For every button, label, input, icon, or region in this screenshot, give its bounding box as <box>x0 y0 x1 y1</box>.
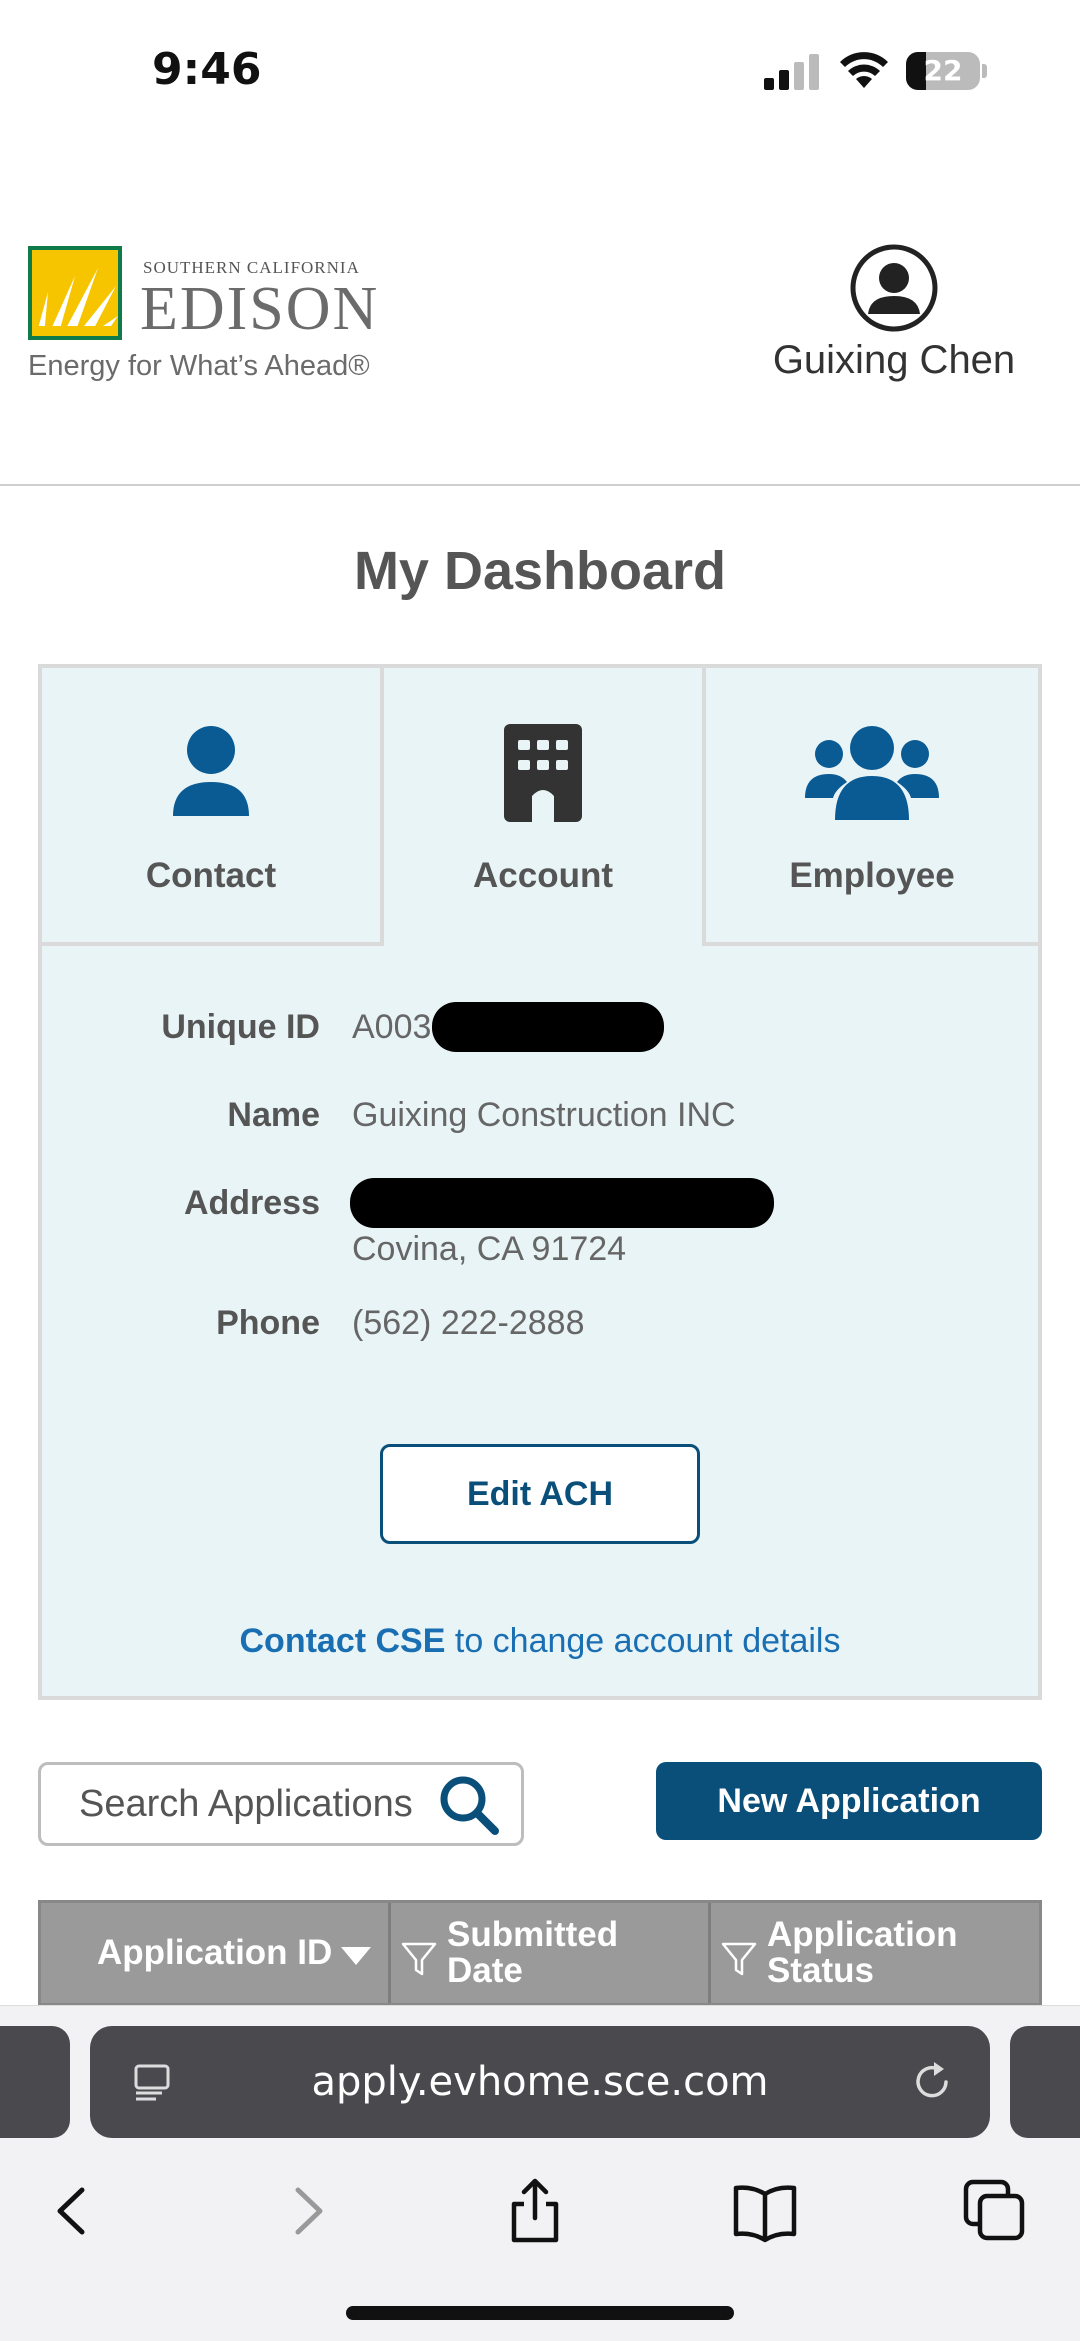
page-title: My Dashboard <box>353 541 727 601</box>
unique-id-value: A003 <box>352 1008 432 1046</box>
column-label-line1: Submitted <box>447 1915 619 1954</box>
browser-nav-bar <box>0 2156 1080 2266</box>
sun-logo-icon <box>28 246 122 340</box>
previous-tab-preview[interactable] <box>0 2026 70 2138</box>
filter-icon[interactable] <box>721 1941 757 1977</box>
user-profile-menu[interactable]: Guixing Chen <box>760 244 1028 384</box>
contact-cse-link[interactable]: Contact CSE <box>240 1622 446 1660</box>
tab-account[interactable]: Account <box>384 668 702 946</box>
share-icon[interactable] <box>500 2176 570 2246</box>
filter-icon[interactable] <box>401 1941 437 1977</box>
sce-logo[interactable]: SOUTHERN CALIFORNIA EDISON Energy for Wh… <box>28 246 388 396</box>
status-time: 9:46 <box>152 44 262 95</box>
column-header-application-status[interactable]: Application Status <box>713 1903 1045 2003</box>
search-input[interactable] <box>79 1765 459 1843</box>
name-label: Name <box>227 1096 320 1134</box>
address-bar[interactable]: apply.evhome.sce.com <box>90 2026 990 2138</box>
tab-employee-label: Employee <box>789 856 955 895</box>
logo-tagline: Energy for What’s Ahead® <box>28 350 370 382</box>
browser-toolbar: apply.evhome.sce.com <box>0 2005 1080 2341</box>
tabs-icon[interactable] <box>960 2176 1030 2246</box>
column-label-line1: Application <box>767 1915 958 1954</box>
column-header-submitted-date[interactable]: Submitted Date <box>393 1903 711 2003</box>
back-icon[interactable] <box>38 2176 108 2246</box>
tab-account-label: Account <box>473 856 613 895</box>
tab-employee[interactable]: Employee <box>702 668 1038 946</box>
site-header: SOUTHERN CALIFORNIA EDISON Energy for Wh… <box>0 140 1080 486</box>
status-bar: 9:46 22 <box>0 0 1080 140</box>
battery-icon: 22 <box>906 52 987 90</box>
redaction-mark <box>350 1178 774 1228</box>
contact-cse-text: Contact CSE to change account details <box>42 1622 1038 1661</box>
user-name: Guixing Chen <box>772 338 1016 382</box>
search-box <box>38 1762 524 1846</box>
forward-icon[interactable] <box>272 2176 342 2246</box>
wifi-icon <box>840 52 888 88</box>
name-value: Guixing Construction INC <box>352 1096 736 1134</box>
column-label-line2: Status <box>767 1951 874 1990</box>
bookmarks-icon[interactable] <box>730 2176 800 2246</box>
phone-value: (562) 222-2888 <box>352 1304 585 1342</box>
contact-cse-rest: to change account details <box>445 1622 841 1660</box>
redaction-mark <box>432 1002 664 1052</box>
address-label: Address <box>183 1184 320 1222</box>
address-city: Covina, CA 91724 <box>352 1230 627 1268</box>
column-label: Application ID <box>97 1933 333 1972</box>
group-icon <box>805 726 939 820</box>
battery-level: 22 <box>923 54 963 87</box>
edit-ach-button[interactable]: Edit ACH <box>380 1444 700 1544</box>
cellular-signal-icon <box>764 54 819 90</box>
unique-id-label: Unique ID <box>161 1008 320 1046</box>
applications-table-header: Application ID Submitted Date Applicatio… <box>38 1900 1042 2006</box>
user-avatar-icon <box>850 244 938 332</box>
building-icon <box>504 724 582 822</box>
next-tab-preview[interactable] <box>1010 2026 1080 2138</box>
person-icon <box>173 726 249 816</box>
column-header-application-id[interactable]: Application ID <box>41 1903 391 2003</box>
sort-desc-icon[interactable] <box>341 1947 371 1967</box>
search-icon[interactable] <box>437 1773 501 1837</box>
new-application-button[interactable]: New Application <box>656 1762 1042 1840</box>
reload-icon[interactable] <box>910 2060 954 2104</box>
phone-label: Phone <box>216 1304 320 1342</box>
dashboard-panel: Contact Account Employee Unique ID A003 … <box>38 664 1042 1700</box>
tab-contact[interactable]: Contact <box>42 668 384 946</box>
home-indicator[interactable] <box>346 2306 734 2320</box>
tab-contact-label: Contact <box>145 856 277 895</box>
column-label-line2: Date <box>447 1951 523 1990</box>
logo-name: EDISON <box>140 275 380 343</box>
url-text: apply.evhome.sce.com <box>311 2059 769 2105</box>
